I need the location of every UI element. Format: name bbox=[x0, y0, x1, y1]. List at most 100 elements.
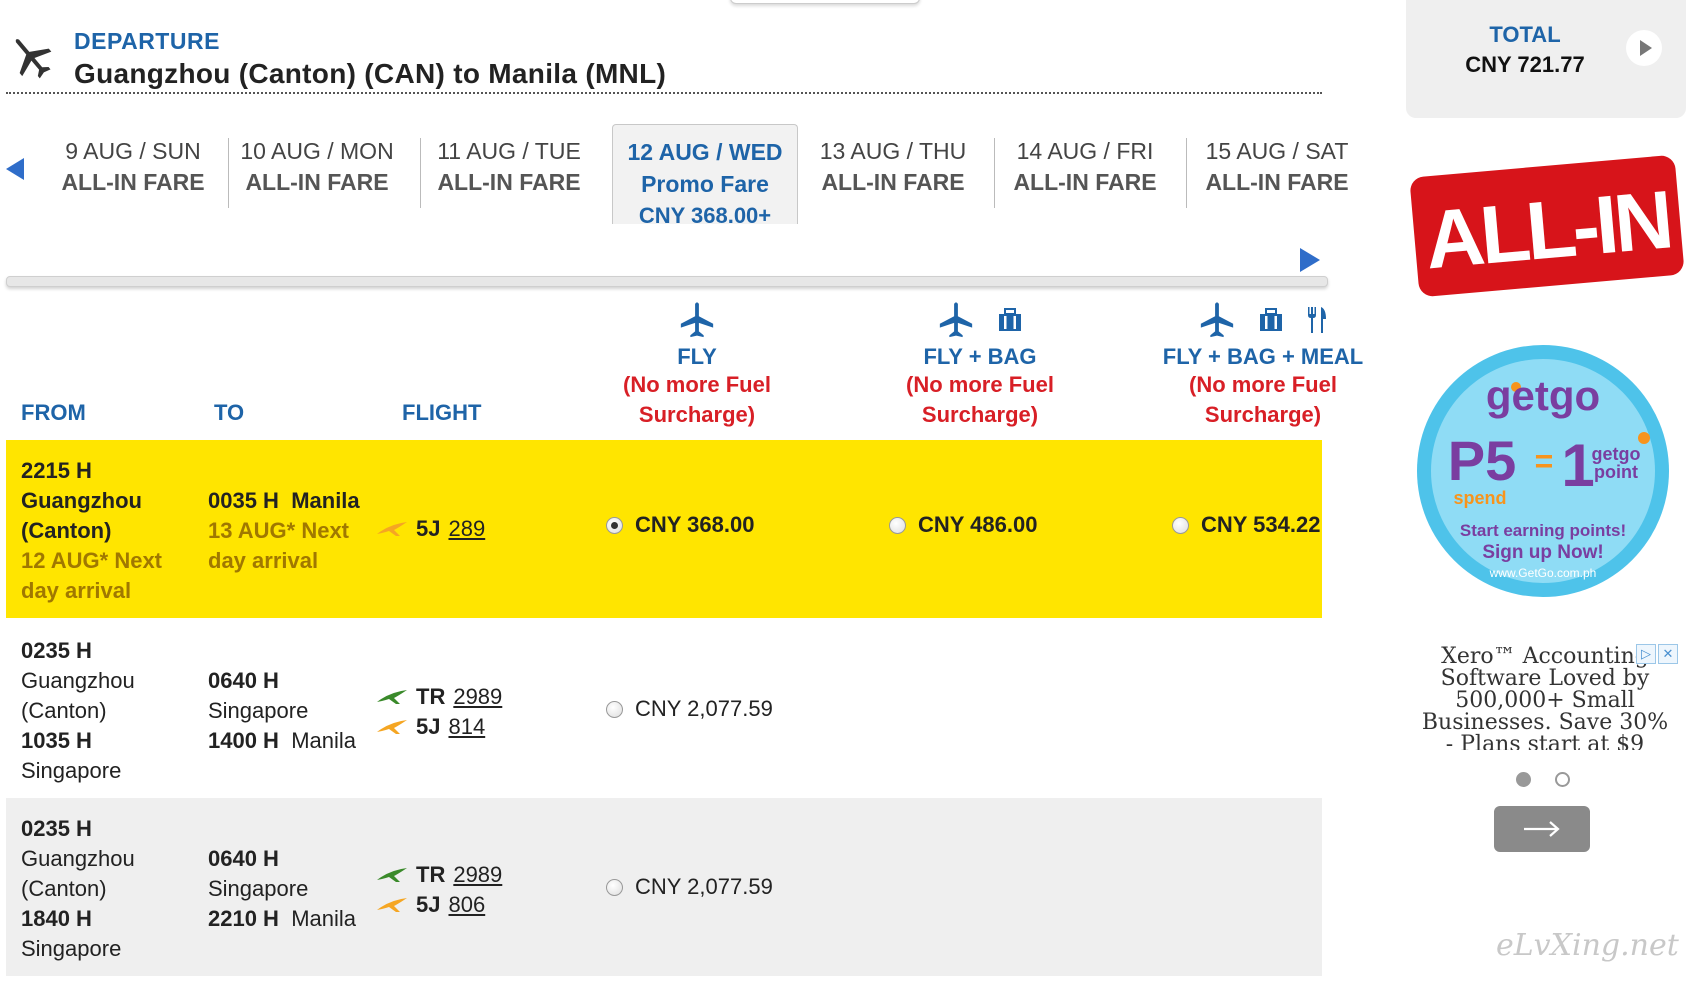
flight-number-link[interactable]: 2989 bbox=[453, 860, 502, 890]
radio-button[interactable] bbox=[606, 700, 623, 718]
date-tab-12-aug-selected[interactable]: 12 AUG / WED Promo Fare CNY 368.00+ bbox=[612, 124, 798, 224]
getgo-logo-text: getgo bbox=[1486, 372, 1600, 419]
date-tab-13-aug[interactable]: 13 AUG / THU ALL-IN FARE bbox=[808, 138, 978, 208]
final-arrival-city: Manila bbox=[291, 906, 356, 931]
fare-note: Surcharge) bbox=[638, 402, 756, 427]
fare-note: (No more Fuel bbox=[623, 372, 771, 397]
arrival-city: Manila bbox=[291, 488, 360, 513]
fare-label: ALL-IN FARE bbox=[1013, 169, 1157, 195]
plane-icon bbox=[939, 302, 973, 338]
total-price-box: TOTAL CNY 721.77 bbox=[1406, 0, 1686, 118]
departure-info: 0235 H Guangzhou (Canton) 1840 H Singapo… bbox=[21, 814, 135, 964]
flight-numbers: 5J 289 bbox=[376, 514, 485, 544]
fare-note: Surcharge) bbox=[1204, 402, 1322, 427]
ad-next-button[interactable] bbox=[1494, 806, 1590, 852]
ad-info-icon[interactable]: ▷ bbox=[1636, 644, 1656, 664]
departure-info: 2215 H Guangzhou (Canton) 12 AUG* Next d… bbox=[21, 456, 162, 606]
date-tab-15-aug[interactable]: 15 AUG / SAT ALL-IN FARE bbox=[1192, 138, 1362, 208]
previous-dates-arrow-icon[interactable] bbox=[6, 158, 24, 180]
radio-button[interactable] bbox=[889, 516, 906, 534]
total-label: TOTAL bbox=[1489, 22, 1561, 47]
arrival-time: 0640 H bbox=[208, 668, 279, 693]
getgo-one: 1 bbox=[1561, 432, 1594, 499]
ad-close-icon[interactable]: ✕ bbox=[1658, 644, 1678, 664]
flight-row[interactable]: 0235 H Guangzhou (Canton) 1840 H Singapo… bbox=[6, 798, 1322, 976]
xero-ad-text[interactable]: Xero™ Accounting Software Loved by 500,0… bbox=[1418, 646, 1672, 750]
date-tab-10-aug[interactable]: 10 AUG / MON ALL-IN FARE bbox=[232, 138, 402, 208]
flight-numbers: TR 2989 5J 814 bbox=[376, 682, 502, 742]
departure-time: 0235 H bbox=[21, 816, 92, 841]
fare-name: FLY bbox=[677, 344, 717, 369]
airline-code: 5J bbox=[416, 516, 441, 541]
tab-divider bbox=[994, 138, 995, 208]
tab-divider bbox=[1186, 138, 1187, 208]
fare-price: CNY 2,077.59 bbox=[635, 696, 773, 721]
next-dates-arrow-icon[interactable] bbox=[1300, 248, 1320, 272]
departure-note: day arrival bbox=[21, 578, 132, 603]
fare-price: CNY 368.00+ bbox=[638, 203, 772, 224]
expand-total-arrow-icon[interactable] bbox=[1626, 30, 1662, 66]
date-label: 13 AUG / THU bbox=[819, 138, 967, 164]
watermark: eLvXing.net bbox=[1496, 928, 1679, 963]
ad-controls: ▷ ✕ bbox=[1636, 644, 1678, 664]
fare-name: FLY + BAG + MEAL bbox=[1162, 344, 1364, 369]
fare-header-fly: FLY (No more Fuel Surcharge) bbox=[582, 300, 812, 430]
connection-time: 1840 H bbox=[21, 906, 92, 931]
fare-label: Promo Fare bbox=[641, 171, 769, 197]
flight-number-link[interactable]: 814 bbox=[448, 712, 485, 742]
all-in-fare-banner[interactable]: ALL-IN bbox=[1408, 152, 1686, 300]
departure-label: DEPARTURE bbox=[74, 28, 220, 54]
departure-city-sub: (Canton) bbox=[21, 876, 107, 901]
fare-note: Surcharge) bbox=[921, 402, 1039, 427]
final-arrival-time: 1400 H bbox=[208, 728, 279, 753]
baggage-icon bbox=[999, 308, 1021, 331]
getgo-spend: spend bbox=[1453, 488, 1506, 508]
flight-number-link[interactable]: 806 bbox=[448, 890, 485, 920]
getgo-equals: = bbox=[1535, 443, 1554, 479]
flight-row[interactable]: 0235 H Guangzhou (Canton) 1035 H Singapo… bbox=[6, 620, 1322, 798]
arrival-info: 0640 H Singapore 2210 H Manila bbox=[208, 844, 356, 934]
flight-column-header: FLIGHT bbox=[402, 400, 482, 425]
fare-price: CNY 534.22 bbox=[1201, 512, 1321, 537]
airline-code: TR bbox=[416, 684, 446, 709]
arrival-time: 0035 H bbox=[208, 488, 279, 513]
arrival-city: Singapore bbox=[208, 876, 309, 901]
radio-button[interactable] bbox=[606, 516, 623, 534]
fare-option-fly-bag[interactable]: CNY 486.00 bbox=[889, 512, 1037, 538]
cebu-pacific-plane-icon bbox=[377, 720, 407, 734]
flight-row[interactable]: 2215 H Guangzhou (Canton) 12 AUG* Next d… bbox=[6, 440, 1322, 618]
fare-label: ALL-IN FARE bbox=[1205, 169, 1349, 195]
fare-option-fly-bag-meal[interactable]: CNY 534.22 bbox=[1172, 512, 1320, 538]
radio-button[interactable] bbox=[1172, 516, 1189, 534]
connection-city: Singapore bbox=[21, 758, 122, 783]
fare-price: CNY 2,077.59 bbox=[635, 874, 773, 899]
date-tab-14-aug[interactable]: 14 AUG / FRI ALL-IN FARE bbox=[1000, 138, 1170, 208]
arrival-city: Singapore bbox=[208, 698, 309, 723]
departure-city: Guangzhou bbox=[21, 668, 135, 693]
arrow-right-icon bbox=[1524, 821, 1560, 837]
fare-note: (No more Fuel bbox=[1189, 372, 1337, 397]
tab-divider bbox=[228, 138, 229, 208]
departure-time: 0235 H bbox=[21, 638, 92, 663]
fare-note: (No more Fuel bbox=[906, 372, 1054, 397]
flight-number-link[interactable]: 2989 bbox=[453, 682, 502, 712]
fare-label: ALL-IN FARE bbox=[437, 169, 581, 195]
date-tab-9-aug[interactable]: 9 AUG / SUN ALL-IN FARE bbox=[48, 138, 218, 208]
ad-page-dot-2[interactable] bbox=[1555, 772, 1570, 787]
date-scrollbar[interactable] bbox=[6, 276, 1328, 287]
ad-page-dot-1[interactable] bbox=[1516, 772, 1531, 787]
flight-numbers: TR 2989 5J 806 bbox=[376, 860, 502, 920]
flight-number-link[interactable]: 289 bbox=[448, 514, 485, 544]
fare-option-fly[interactable]: CNY 368.00 bbox=[606, 512, 754, 538]
getgo-promo-banner[interactable]: getgo P5 = 1 getgo point spend Start ear… bbox=[1412, 340, 1674, 602]
radio-button[interactable] bbox=[606, 878, 623, 896]
date-tab-11-aug[interactable]: 11 AUG / TUE ALL-IN FARE bbox=[424, 138, 594, 208]
getgo-point-label: getgo bbox=[1592, 444, 1641, 464]
fare-option-fly[interactable]: CNY 2,077.59 bbox=[606, 696, 773, 722]
fare-option-fly[interactable]: CNY 2,077.59 bbox=[606, 874, 773, 900]
departure-note: 12 AUG* Next bbox=[21, 548, 163, 573]
cebu-pacific-plane-icon bbox=[377, 898, 407, 912]
getgo-p5: P5 bbox=[1448, 429, 1517, 492]
fare-name: FLY + BAG bbox=[923, 344, 1037, 369]
plane-icon bbox=[680, 302, 714, 338]
